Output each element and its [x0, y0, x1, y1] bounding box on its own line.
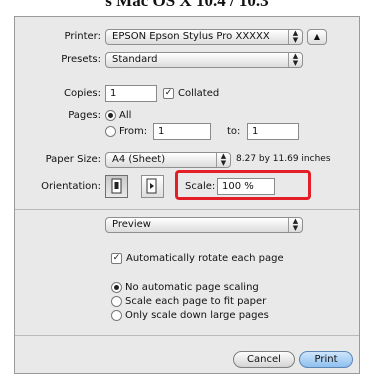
pages-all-radio[interactable]: [105, 110, 116, 121]
popup-arrows-icon: ▲ ▼: [216, 153, 230, 167]
collated-checkbox[interactable]: ✓: [163, 88, 174, 99]
pages-to-field[interactable]: 1: [247, 123, 299, 140]
scale-down-label: Only scale down large pages: [125, 310, 269, 321]
pages-from-label: From:: [119, 126, 148, 137]
no-scaling-label: No automatic page scaling: [125, 282, 259, 293]
auto-rotate-checkbox[interactable]: ✓: [111, 253, 122, 264]
page-heading: s Mac OS X 10.4 / 10.3: [105, 0, 269, 10]
scale-down-radio[interactable]: [111, 310, 122, 321]
pages-from-radio[interactable]: [105, 126, 116, 137]
paper-dimensions: 8.27 by 11.69 inches: [236, 154, 331, 164]
portrait-orientation-button[interactable]: [105, 175, 128, 198]
scale-to-fit-label: Scale each page to fit paper: [125, 296, 267, 307]
collated-label: Collated: [178, 88, 220, 99]
presets-label: Presets:: [61, 54, 101, 65]
copies-label: Copies:: [64, 88, 101, 99]
scale-label: Scale:: [185, 181, 216, 192]
print-button[interactable]: Print: [299, 351, 353, 368]
printer-label: Printer:: [64, 31, 101, 42]
disclosure-triangle-icon: ▲: [313, 32, 321, 41]
panel-value: Preview: [112, 219, 151, 230]
popup-arrows-icon: ▲ ▼: [288, 30, 302, 44]
portrait-icon: [111, 178, 122, 194]
cancel-button[interactable]: Cancel: [233, 351, 295, 368]
separator: [15, 335, 359, 336]
separator: [15, 209, 359, 210]
pages-to-label: to:: [227, 126, 241, 137]
landscape-orientation-button[interactable]: [141, 175, 164, 198]
copies-field[interactable]: 1: [105, 85, 157, 102]
printer-disclosure-button[interactable]: ▲: [307, 29, 327, 45]
presets-value: Standard: [112, 54, 158, 65]
paper-size-label: Paper Size:: [45, 154, 101, 165]
pages-label: Pages:: [68, 110, 101, 121]
orientation-label: Orientation:: [41, 181, 101, 192]
printer-popup[interactable]: EPSON Epson Stylus Pro XXXXX ▲ ▼: [105, 29, 303, 45]
print-dialog: Printer: EPSON Epson Stylus Pro XXXXX ▲ ▼…: [14, 16, 360, 374]
presets-popup[interactable]: Standard ▲ ▼: [105, 52, 303, 68]
no-scaling-radio[interactable]: [111, 282, 122, 293]
scale-to-fit-radio[interactable]: [111, 296, 122, 307]
popup-arrows-icon: ▲ ▼: [288, 53, 302, 67]
pages-from-field[interactable]: 1: [153, 123, 211, 140]
landscape-icon: [146, 178, 157, 194]
panel-popup[interactable]: Preview ▲ ▼: [105, 217, 303, 233]
popup-arrows-icon: ▲ ▼: [288, 218, 302, 232]
paper-size-value: A4 (Sheet): [112, 154, 166, 165]
scale-field[interactable]: 100 %: [217, 178, 275, 195]
pages-all-label: All: [119, 110, 132, 121]
printer-value: EPSON Epson Stylus Pro XXXXX: [112, 31, 270, 42]
auto-rotate-label: Automatically rotate each page: [126, 253, 284, 264]
paper-size-popup[interactable]: A4 (Sheet) ▲ ▼: [105, 152, 231, 168]
